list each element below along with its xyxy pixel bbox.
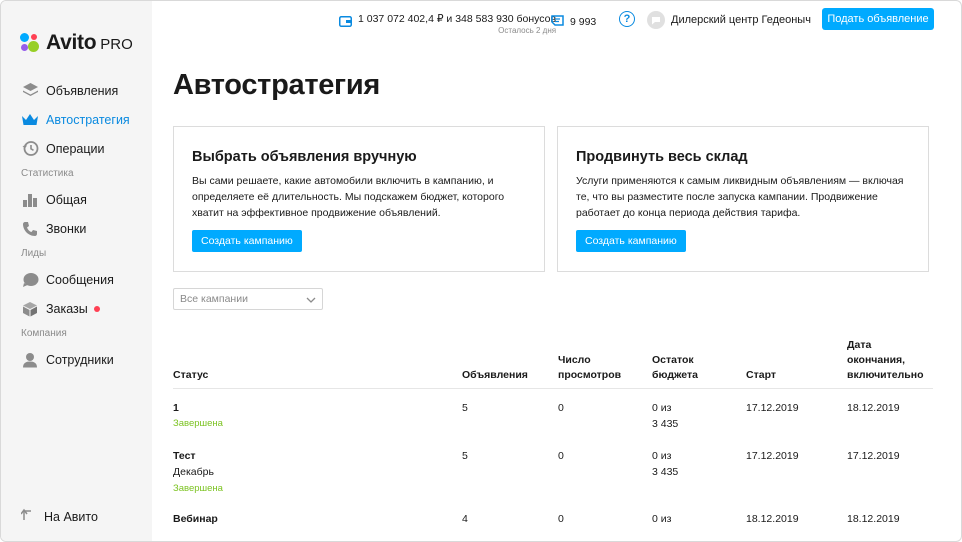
campaign-status: Завершена bbox=[173, 483, 223, 494]
column-header-end: Дата окончания, включительно bbox=[847, 339, 924, 381]
account-menu[interactable]: Дилерский центр Гедеоныч bbox=[647, 11, 811, 29]
sidebar-section-statistics: Статистика bbox=[21, 168, 74, 179]
wallet-amount: 1 037 072 402,4 ₽ и 348 583 930 бонусов bbox=[358, 13, 557, 25]
sidebar-item-calls[interactable]: Звонки bbox=[1, 214, 152, 243]
avatar bbox=[647, 11, 665, 29]
table-row[interactable]: Тест Декабрь Завершена 5 0 0 из 3 435 17… bbox=[173, 440, 933, 504]
main-content: Автостратегия Выбрать объявления вручную… bbox=[152, 41, 961, 541]
ads-count: 5 bbox=[462, 402, 468, 414]
sidebar-item-label: Сотрудники bbox=[46, 352, 114, 367]
card-description: Вы сами решаете, какие автомобили включи… bbox=[192, 175, 505, 219]
table-row[interactable]: 1 Завершена 5 0 0 из 3 435 17.12.2019 18… bbox=[173, 389, 933, 440]
filter-selected-value: Все кампании bbox=[180, 293, 248, 305]
sidebar-item-label: Объявления bbox=[46, 83, 119, 98]
sidebar-item-label: Сообщения bbox=[46, 272, 114, 287]
sidebar-item-general-stats[interactable]: Общая bbox=[1, 185, 152, 214]
user-icon bbox=[21, 351, 39, 369]
placement-points[interactable]: 9 993 bbox=[551, 13, 596, 31]
ads-count: 5 bbox=[462, 450, 468, 462]
start-date: 18.12.2019 bbox=[746, 513, 799, 525]
sidebar-section-leads: Лиды bbox=[21, 248, 47, 259]
column-header-budget: Остаток бюджета bbox=[652, 354, 698, 381]
manual-campaign-card: Выбрать объявления вручную Вы сами решае… bbox=[173, 126, 545, 272]
budget-remaining: 0 из 3 435 bbox=[652, 450, 679, 478]
sidebar-item-label: Автостратегия bbox=[46, 112, 130, 127]
history-icon bbox=[21, 140, 39, 158]
campaign-name[interactable]: 1 bbox=[173, 400, 179, 416]
layers-icon bbox=[21, 82, 39, 100]
end-date: 18.12.2019 bbox=[847, 513, 900, 525]
create-campaign-button[interactable]: Создать кампанию bbox=[576, 230, 686, 252]
sidebar-item-ads[interactable]: Объявления bbox=[1, 76, 152, 105]
sidebar-item-label: Общая bbox=[46, 192, 87, 207]
campaign-name[interactable]: Тест bbox=[173, 448, 196, 464]
crown-icon bbox=[21, 111, 39, 129]
account-name: Дилерский центр Гедеоныч bbox=[671, 14, 811, 26]
sidebar-nav: Объявления Автостратегия Операции Статис… bbox=[1, 76, 152, 374]
top-header: 1 037 072 402,4 ₽ и 348 583 930 бонусов … bbox=[152, 1, 961, 41]
campaign-filter-select[interactable]: Все кампании bbox=[173, 288, 323, 310]
card-title: Продвинуть весь склад bbox=[576, 149, 748, 165]
budget-remaining: 0 из bbox=[652, 513, 672, 525]
end-date: 17.12.2019 bbox=[847, 450, 900, 462]
column-header-ads: Объявления bbox=[462, 369, 528, 381]
logo-dots-icon bbox=[20, 32, 40, 54]
campaign-name-line2: Декабрь bbox=[173, 466, 214, 478]
wallet-remaining-days: Осталось 2 дня bbox=[498, 26, 557, 35]
column-header-start: Старт bbox=[746, 369, 776, 381]
views-count: 0 bbox=[558, 513, 564, 525]
campaign-status: Завершена bbox=[173, 418, 223, 429]
column-header-status: Статус bbox=[173, 369, 209, 381]
ads-count: 4 bbox=[462, 513, 468, 525]
views-count: 0 bbox=[558, 450, 564, 462]
logo-suffix: PRO bbox=[100, 36, 133, 53]
sidebar-item-autostrategy[interactable]: Автостратегия bbox=[1, 105, 152, 134]
wallet-balance[interactable]: 1 037 072 402,4 ₽ и 348 583 930 бонусов … bbox=[339, 13, 556, 35]
logo-word: Avito bbox=[46, 31, 97, 54]
campaigns-table: Статус Объявления Число просмотров Остат… bbox=[173, 339, 933, 534]
chevron-down-icon bbox=[306, 290, 316, 308]
column-header-views: Число просмотров bbox=[558, 354, 622, 381]
sidebar-item-orders[interactable]: Заказы bbox=[1, 294, 152, 323]
sidebar-section-company: Компания bbox=[21, 328, 67, 339]
views-count: 0 bbox=[558, 402, 564, 414]
sidebar-item-label: Заказы bbox=[46, 301, 88, 316]
start-date: 17.12.2019 bbox=[746, 402, 799, 414]
card-description: Услуги применяются к самым ликвидным объ… bbox=[576, 175, 904, 219]
box-icon bbox=[21, 300, 39, 318]
sidebar-item-operations[interactable]: Операции bbox=[1, 134, 152, 163]
whole-stock-card: Продвинуть весь склад Услуги применяются… bbox=[557, 126, 929, 272]
wallet-icon bbox=[339, 14, 352, 32]
card-title: Выбрать объявления вручную bbox=[192, 149, 417, 165]
post-ad-button[interactable]: Подать объявление bbox=[822, 8, 934, 30]
sidebar-item-label: Звонки bbox=[46, 221, 87, 236]
start-date: 17.12.2019 bbox=[746, 450, 799, 462]
bar-chart-icon bbox=[21, 191, 39, 209]
app-window: Avito PRO Объявления Автостратегия Опера… bbox=[0, 0, 962, 542]
ticket-icon bbox=[551, 13, 564, 31]
message-icon bbox=[21, 271, 39, 289]
end-date: 18.12.2019 bbox=[847, 402, 900, 414]
avito-pro-logo[interactable]: Avito PRO bbox=[20, 31, 133, 55]
budget-remaining: 0 из 3 435 bbox=[652, 402, 679, 430]
page-title: Автостратегия bbox=[173, 69, 380, 101]
sidebar-item-employees[interactable]: Сотрудники bbox=[1, 345, 152, 374]
table-row[interactable]: Вебинар 4 0 0 из 18.12.2019 18.12.2019 bbox=[173, 504, 933, 534]
back-to-avito-link[interactable]: На Авито bbox=[20, 508, 98, 526]
help-icon[interactable]: ? bbox=[619, 11, 635, 27]
notification-dot bbox=[93, 305, 100, 312]
points-value: 9 993 bbox=[570, 16, 597, 28]
create-campaign-button[interactable]: Создать кампанию bbox=[192, 230, 302, 252]
phone-icon bbox=[21, 220, 39, 238]
arrow-up-left-icon bbox=[20, 508, 33, 526]
sidebar: Avito PRO Объявления Автостратегия Опера… bbox=[1, 1, 152, 541]
back-link-label: На Авито bbox=[44, 510, 98, 524]
campaign-name[interactable]: Вебинар bbox=[173, 511, 218, 527]
sidebar-item-label: Операции bbox=[46, 141, 105, 156]
sidebar-item-messages[interactable]: Сообщения bbox=[1, 265, 152, 294]
table-header: Статус Объявления Число просмотров Остат… bbox=[173, 339, 933, 389]
